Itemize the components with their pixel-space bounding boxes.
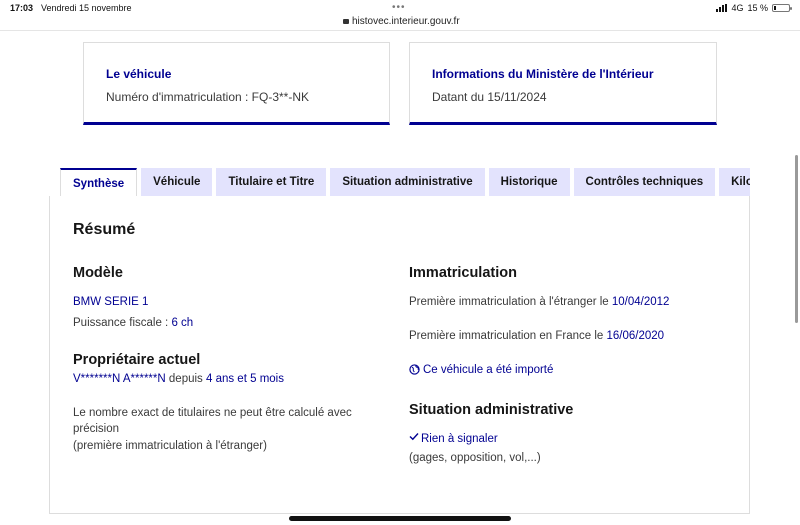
network-label: 4G xyxy=(731,3,744,13)
ministry-card-title: Informations du Ministère de l'Intérieur xyxy=(432,67,654,81)
browser-divider xyxy=(0,30,800,31)
admin-status-text: Rien à signaler xyxy=(421,433,498,445)
owner-note-line2: précision xyxy=(73,423,120,435)
status-indicators: 4G 15 % xyxy=(716,3,792,13)
registration-heading: Immatriculation xyxy=(409,265,517,281)
fiscal-power-label: Puissance fiscale : xyxy=(73,317,172,329)
tab-titulaire-et-titre[interactable]: Titulaire et Titre xyxy=(216,168,327,196)
ministry-card: Informations du Ministère de l'Intérieur… xyxy=(409,42,717,125)
battery-label: 15 % xyxy=(747,3,768,13)
tab-controles-techniques[interactable]: Contrôles techniques xyxy=(573,168,716,196)
home-indicator[interactable] xyxy=(289,516,511,521)
signal-icon xyxy=(716,4,728,12)
owner-line: V*******N A******N depuis 4 ans et 5 moi… xyxy=(73,373,284,385)
tab-situation-administrative[interactable]: Situation administrative xyxy=(330,168,485,196)
owner-heading: Propriétaire actuel xyxy=(73,352,201,368)
admin-heading: Situation administrative xyxy=(409,402,574,418)
address-bar[interactable]: histovec.interieur.gouv.fr xyxy=(343,16,460,27)
owner-note-line1: Le nombre exact de titulaires ne peut êt… xyxy=(73,407,352,419)
owner-since-label: depuis xyxy=(165,373,206,385)
battery-icon xyxy=(772,4,792,12)
admin-status: Rien à signaler xyxy=(409,433,498,445)
data-date: Datant du 15/11/2024 xyxy=(432,90,547,104)
fiscal-power: Puissance fiscale : 6 ch xyxy=(73,317,193,329)
tab-vehicule[interactable]: Véhicule xyxy=(141,168,213,196)
france-registration-label: Première immatriculation en France le xyxy=(409,330,607,342)
tab-kilometrage[interactable]: Kilo xyxy=(719,168,750,196)
foreign-registration-date: 10/04/2012 xyxy=(611,296,670,308)
vehicle-card-title: Le véhicule xyxy=(106,67,172,81)
imported-link[interactable]: Ce véhicule a été importé xyxy=(409,364,553,376)
owner-duration: 4 ans et 5 mois xyxy=(205,373,284,385)
status-time: 17:03 xyxy=(10,3,34,13)
status-bar: 17:03 Vendredi 15 novembre ••• 4G 15 % xyxy=(0,0,800,17)
synthese-panel: Résumé Modèle BMW SERIE 1 Puissance fisc… xyxy=(49,196,750,514)
check-icon xyxy=(409,433,419,441)
tab-synthese[interactable]: Synthèse xyxy=(60,168,138,197)
admin-details: (gages, opposition, vol,...) xyxy=(409,452,541,464)
vehicle-card: Le véhicule Numéro d'immatriculation : F… xyxy=(83,42,390,125)
url-text: histovec.interieur.gouv.fr xyxy=(352,16,460,27)
fiscal-power-value: 6 ch xyxy=(171,317,194,329)
imported-link-text: Ce véhicule a été importé xyxy=(423,364,554,376)
model-heading: Modèle xyxy=(73,265,123,281)
foreign-registration-label: Première immatriculation à l'étranger le xyxy=(409,296,612,308)
tab-historique[interactable]: Historique xyxy=(488,168,570,196)
globe-icon xyxy=(409,364,420,376)
france-registration-date: 16/06/2020 xyxy=(606,330,665,342)
page-scrollbar[interactable] xyxy=(795,155,798,323)
owner-note-line3: (première immatriculation à l'étranger) xyxy=(73,440,267,452)
lock-icon xyxy=(343,19,349,24)
registration-number: Numéro d'immatriculation : FQ-3**-NK xyxy=(106,90,310,104)
more-dots-icon[interactable]: ••• xyxy=(392,2,406,13)
owner-name: V*******N A******N xyxy=(73,373,166,385)
france-registration: Première immatriculation en France le 16… xyxy=(409,330,664,342)
summary-title: Résumé xyxy=(73,221,136,238)
status-date: Vendredi 15 novembre xyxy=(41,3,132,13)
tab-list: Synthèse Véhicule Titulaire et Titre Sit… xyxy=(60,168,750,197)
model-name: BMW SERIE 1 xyxy=(73,296,149,308)
foreign-registration: Première immatriculation à l'étranger le… xyxy=(409,296,669,308)
